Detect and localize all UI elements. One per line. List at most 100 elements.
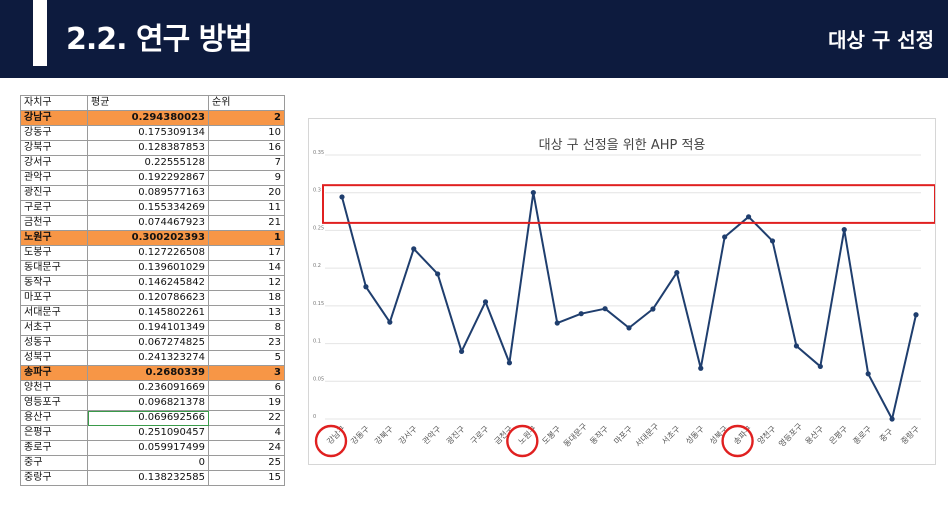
table-cell-name: 구로구	[20, 200, 88, 216]
table-row: 마포구 0.120786623 18	[20, 290, 285, 306]
x-tick-label: 양천구	[755, 424, 778, 447]
table-row: 강서구 0.22555128 7	[20, 155, 285, 171]
table-cell-avg[interactable]: 0.069692566	[87, 410, 209, 426]
table-cell-rank: 18	[208, 290, 285, 306]
table-cell-rank: 22	[208, 410, 285, 426]
x-tick-label: 용산구	[803, 424, 826, 447]
district-score-table: 자치구 평균 순위 강남구 0.294380023 2 강동구 0.175309134 10 강북…	[20, 95, 285, 486]
table-row: 구로구 0.155334269 11	[20, 200, 285, 216]
x-tick-label: 금천구	[492, 424, 515, 447]
slide-subtitle: 대상 구 선정	[828, 28, 934, 52]
y-tick-label: 0.35	[313, 150, 324, 156]
table-cell-avg: 0.22555128	[87, 155, 209, 171]
data-point	[722, 234, 728, 240]
table-row: 성북구 0.241323274 5	[20, 350, 285, 366]
table-cell-name: 강남구	[20, 110, 88, 126]
y-tick-label: 0.2	[313, 263, 321, 269]
table-cell-rank: 25	[208, 455, 285, 471]
data-point	[458, 348, 465, 355]
data-point	[411, 246, 417, 252]
data-point	[889, 416, 895, 422]
x-tick-label: 은평구	[827, 424, 850, 447]
table-cell-avg: 0.192292867	[87, 170, 209, 186]
table-cell-avg: 0.127226508	[87, 245, 209, 261]
table-cell-avg: 0.2680339	[87, 365, 209, 381]
table-cell-name: 강동구	[20, 125, 88, 141]
table-row: 서초구 0.194101349 8	[20, 320, 285, 336]
data-point	[530, 189, 536, 196]
table-cell-rank: 2	[208, 110, 285, 126]
table-cell-avg: 0.146245842	[87, 275, 209, 291]
table-row: 중구 0 25	[20, 455, 285, 471]
data-point	[339, 194, 345, 200]
table-cell-avg: 0.294380023	[87, 110, 209, 126]
data-point	[817, 363, 823, 370]
table-cell-name: 중랑구	[20, 470, 88, 486]
table-cell-rank: 10	[208, 125, 285, 141]
table-cell-name: 노원구	[20, 230, 88, 246]
table-cell-rank: 14	[208, 260, 285, 276]
data-point	[482, 299, 489, 305]
table-cell-name: 영등포구	[20, 395, 88, 411]
x-tick-label: 서대문구	[634, 422, 661, 449]
table-cell-name: 서대문구	[20, 305, 88, 321]
table-cell-rank: 16	[208, 140, 285, 156]
table-cell-name: 은평구	[20, 425, 88, 441]
chart-svg: 대상 구 선정을 위한 AHP 적용 0 0.05 0.1 0.15 0.2 0.25 0.3…	[313, 138, 935, 458]
y-tick-label: 0.3	[313, 188, 321, 194]
table-cell-rank: 24	[208, 440, 285, 456]
data-point	[745, 214, 752, 220]
table-cell-avg: 0.096821378	[87, 395, 209, 411]
table-row: 금천구 0.074467923 21	[20, 215, 285, 231]
x-tick-label: 중구	[878, 427, 895, 444]
slide-header: 2.2. 연구 방법 대상 구 선정	[0, 0, 948, 78]
table-cell-rank: 15	[208, 470, 285, 486]
table-cell-name: 강북구	[20, 140, 88, 156]
x-tick-label: 성동구	[684, 424, 706, 446]
table-row: 중랑구 0.138232585 15	[20, 470, 285, 486]
table-cell-rank: 4	[208, 425, 285, 441]
table-row: 동작구 0.146245842 12	[20, 275, 285, 291]
table-cell-avg: 0.074467923	[87, 215, 209, 231]
data-point	[674, 269, 680, 276]
table-cell-name: 금천구	[20, 215, 88, 231]
table-cell-name: 성북구	[20, 350, 88, 366]
x-tick-label: 종로구	[851, 424, 873, 446]
x-tick-label: 마포구	[612, 424, 634, 446]
data-point	[865, 371, 871, 377]
table-cell-rank: 8	[208, 320, 285, 336]
table-cell-name: 동대문구	[20, 260, 88, 276]
table-row: 서대문구 0.145802261 13	[20, 305, 285, 321]
data-point	[626, 325, 632, 331]
table-cell-name: 도봉구	[20, 245, 88, 261]
x-tick-label: 서초구	[660, 424, 682, 446]
x-tick-label: 강북구	[372, 424, 395, 447]
table-row: 용산구 0.069692566 22	[20, 410, 285, 426]
x-tick-label: 동대문구	[562, 422, 589, 449]
data-point	[698, 365, 704, 371]
table-cell-name: 강서구	[20, 155, 88, 171]
y-tick-label: 0.1	[313, 339, 321, 345]
table-cell-avg: 0	[87, 455, 209, 471]
x-tick-label: 구로구	[469, 424, 491, 446]
data-point	[578, 311, 584, 317]
data-point	[769, 238, 776, 244]
table-cell-rank: 13	[208, 305, 285, 321]
table-row: 강동구 0.175309134 10	[20, 125, 285, 141]
table-cell-avg: 0.236091669	[87, 380, 209, 396]
table-cell-name: 성동구	[20, 335, 88, 351]
table-header-cell: 평균	[87, 95, 209, 111]
table-cell-avg: 0.194101349	[87, 320, 209, 336]
ahp-line-chart: 대상 구 선정을 위한 AHP 적용 0 0.05 0.1 0.15 0.2 0.25 0.3…	[308, 118, 936, 465]
table-cell-avg: 0.139601029	[87, 260, 209, 276]
x-tick-label: 동작구	[588, 424, 611, 447]
table-row: 강남구 0.294380023 2	[20, 110, 285, 126]
table-cell-avg: 0.155334269	[87, 200, 209, 216]
table-cell-rank: 11	[208, 200, 285, 216]
table-cell-name: 마포구	[20, 290, 88, 306]
table-cell-avg: 0.175309134	[87, 125, 209, 141]
x-tick-label: 강동구	[348, 424, 371, 447]
y-tick-label: 0.15	[313, 301, 324, 307]
table-cell-rank: 9	[208, 170, 285, 186]
x-tick-label: 강서구	[396, 424, 419, 447]
